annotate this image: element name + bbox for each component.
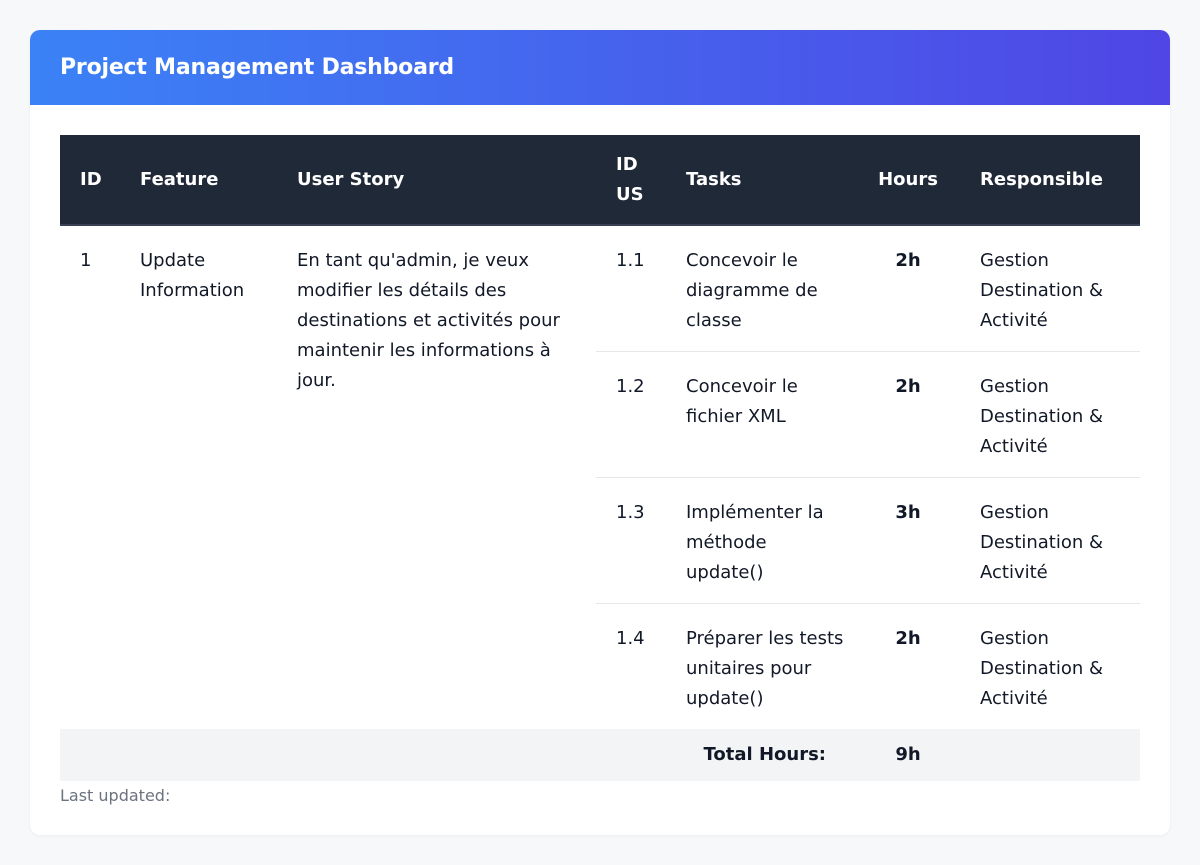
column-header-hours[interactable]: Hours [856, 135, 960, 226]
dashboard-card: Project Management Dashboard ID Feature … [30, 30, 1170, 835]
column-header-responsible[interactable]: Responsible [960, 135, 1140, 226]
column-header-id-us[interactable]: ID US [596, 135, 666, 226]
task-cell: Implémenter la méthode update() [686, 502, 824, 583]
total-row-spacer [960, 729, 1140, 781]
column-header-feature[interactable]: Feature [120, 135, 277, 226]
table-row: 1 Update Information En tant qu'admin, j… [60, 225, 1140, 391]
column-header-user-story[interactable]: User Story [277, 135, 596, 226]
dashboard-header: Project Management Dashboard [30, 30, 1170, 105]
hours-cell: 3h [895, 502, 921, 523]
last-updated-text: Last updated: [60, 786, 171, 805]
id-us-cell: 1.2 [616, 376, 645, 397]
page-title: Project Management Dashboard [60, 55, 454, 80]
story-id-cell: 1 [80, 250, 92, 271]
responsible-cell: Gestion Destination & Activité [980, 250, 1104, 331]
column-header-tasks[interactable]: Tasks [666, 135, 856, 226]
column-header-id[interactable]: ID [60, 135, 120, 226]
responsible-cell: Gestion Destination & Activité [980, 502, 1104, 583]
total-hours-value: 9h [895, 744, 921, 765]
total-hours-label: Total Hours: [703, 744, 826, 765]
responsible-cell: Gestion Destination & Activité [980, 376, 1104, 457]
hours-cell: 2h [895, 628, 921, 649]
feature-cell: Update Information [140, 250, 245, 301]
task-cell: Concevoir le diagramme de classe [686, 250, 818, 331]
id-us-cell: 1.3 [616, 502, 645, 523]
task-cell: Concevoir le fichier XML [686, 376, 798, 427]
id-us-cell: 1.4 [616, 628, 645, 649]
id-us-cell: 1.1 [616, 250, 645, 271]
hours-cell: 2h [895, 250, 921, 271]
responsible-cell: Gestion Destination & Activité [980, 628, 1104, 709]
total-row: Total Hours: 9h [60, 729, 1140, 781]
user-story-cell: En tant qu'admin, je veux modifier les d… [297, 250, 560, 391]
task-table-container: ID Feature User Story ID US Tasks Hours … [60, 135, 1140, 781]
hours-cell: 2h [895, 376, 921, 397]
task-table: ID Feature User Story ID US Tasks Hours … [60, 135, 1140, 781]
table-header-row: ID Feature User Story ID US Tasks Hours … [60, 135, 1140, 226]
task-cell: Préparer les tests unitaires pour update… [686, 628, 844, 709]
